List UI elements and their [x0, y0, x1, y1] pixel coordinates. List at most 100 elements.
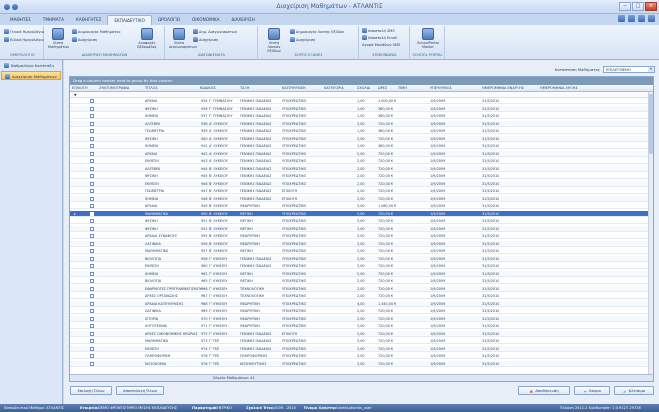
- send-email-button[interactable]: Αποστολή Email: [362, 35, 397, 41]
- calendar-icon[interactable]: [618, 15, 625, 22]
- row-checkbox[interactable]: [90, 249, 94, 253]
- table-row[interactable]: ΝΟΣΟΚΟΜΙΑ 976 Γ' ΤΕΕ ΝΟΣΗΛΕΥΤΙΚΗΣ ΥΠΟΧΡΕΩΤΙΚ…: [70, 360, 653, 367]
- table-row[interactable]: ΑΛΓΕΒΡΑ 938 Α' ΛΥΚΕΙΟΥ ΓΕΝΙΚΗΣ ΠΑΙΔΕΙΑΣ ΥΠΟΧ…: [70, 120, 653, 127]
- help-icon[interactable]: [648, 15, 655, 22]
- row-checkbox[interactable]: [90, 174, 94, 178]
- tab-educational[interactable]: ΕΚΠΑΙΔΕΥΤΙΚΟ: [107, 15, 152, 25]
- row-checkbox[interactable]: [90, 166, 94, 171]
- row-checkbox[interactable]: [90, 114, 94, 118]
- vertical-scrollbar[interactable]: [648, 92, 653, 375]
- nav-item-grades[interactable]: Βαθμολόγιο Κατάταξη: [1, 61, 61, 70]
- status-filter-select[interactable]: ΕΠΙΛΕΓΜΕΝΟ ▾: [603, 65, 655, 73]
- row-checkbox[interactable]: [90, 129, 94, 133]
- settings-icon[interactable]: [638, 15, 645, 22]
- table-row[interactable]: ΓΕΩΜΕΤΡΙΑ 939 Α' ΛΥΚΕΙΟΥ ΓΕΝΙΚΗΣ ΠΑΙΔΕΙΑΣ ΥΠ…: [70, 128, 653, 134]
- school-portal-button[interactable]: SchoolPortal Master: [415, 28, 441, 49]
- column-header[interactable]: ΥΠΕΥΘΥΝΟΣ: [430, 85, 452, 92]
- row-checkbox[interactable]: [90, 331, 94, 336]
- table-row[interactable]: ΒΙΟΛΟΓΙΑ 965 Γ' ΛΥΚΕΙΟΥ ΘΕΤΙΚΗ ΥΠΟΧΡΕΩΤΙΚΟ 2,…: [70, 278, 653, 284]
- table-row[interactable]: ΑΛΓΕΒΡΑ 944 Β' ΛΥΚΕΙΟΥ ΓΕΝΙΚΗΣ ΠΑΙΔΕΙΑΣ ΥΠΟΧ…: [70, 165, 653, 172]
- table-row[interactable]: ΕΦΑΡΜΟΓΕΣ ΠΡΟΓΡΑΜΜΑΤΙΣΜΟΥ 966 Γ' ΛΥΚΕΙΟΥ ΤΕ…: [70, 285, 653, 292]
- table-row[interactable]: ΕΚΘΕΣΗ 946 Β' ΛΥΚΕΙΟΥ ΓΕΝΙΚΗΣ ΠΑΙΔΕΙΑΣ ΥΠΟΧΡ…: [70, 180, 653, 187]
- row-checkbox[interactable]: [90, 361, 94, 366]
- group-by-area[interactable]: Drag a column header here to group by th…: [70, 77, 653, 85]
- column-header[interactable]: ΣΧΟΛΙΑ: [357, 85, 370, 92]
- cancel-button[interactable]: ↩ Άκυρο: [574, 386, 610, 395]
- row-checkbox[interactable]: [90, 136, 94, 141]
- exam-management-button[interactable]: Διαχείριση: [193, 37, 218, 43]
- table-row[interactable]: ΛΑΤΙΝΙΚΑ 969 Γ' ΛΥΚΕΙΟΥ ΘΕΩΡΗΤΙΚΗ ΥΠΟΧΡΕΩΤΙΚ…: [70, 308, 653, 314]
- row-checkbox[interactable]: [90, 189, 94, 193]
- row-checkbox[interactable]: [90, 204, 94, 208]
- save-button[interactable]: ✖ Αποθήκευση: [518, 386, 570, 395]
- table-row[interactable]: ΧΗΜΕΙΑ 941 Α' ΛΥΚΕΙΟΥ ΓΕΝΙΚΗΣ ΠΑΙΔΕΙΑΣ ΥΠΟΧΡ…: [70, 143, 653, 149]
- tab-finance[interactable]: ΟΙΚΟΝΟΜΙΚΑ: [186, 15, 225, 25]
- row-checkbox[interactable]: [90, 301, 94, 306]
- column-header[interactable]: ΤΑΞΗ: [240, 85, 249, 92]
- tab-classes[interactable]: ΤΜΗΜΑΤΑ: [37, 15, 70, 25]
- row-checkbox[interactable]: [90, 151, 94, 156]
- row-checkbox[interactable]: [90, 181, 94, 186]
- row-checkbox[interactable]: [90, 211, 94, 216]
- table-row[interactable]: ΜΑΘΗΜΑΤΙΚΑ 973 Γ' ΤΕΕ ΓΕΝΙΚΗΣ ΠΑΙΔΕΙΑΣ ΥΠΟΧΡ…: [70, 338, 653, 344]
- row-checkbox[interactable]: [90, 264, 94, 268]
- table-row[interactable]: ΕΚΘΕΣΗ 974 Γ' ΤΕΕ ΓΕΝΙΚΗΣ ΠΑΙΔΕΙΑΣ ΥΠΟΧΡΕΩΤΙ…: [70, 345, 653, 352]
- row-checkbox[interactable]: [90, 121, 94, 126]
- exams-list-button[interactable]: Λίστα Διαγωνισμάτων: [169, 28, 197, 49]
- row-checkbox[interactable]: [90, 279, 94, 283]
- lesson-management-button[interactable]: Διαχείριση: [72, 37, 97, 43]
- row-checkbox[interactable]: [90, 286, 94, 291]
- lessons-list-button[interactable]: Λίστα Μαθημάτων: [48, 28, 69, 49]
- calendar-special-button[interactable]: Ειδικό Ημερολόγιο: [4, 37, 44, 43]
- create-expense-button[interactable]: Δημιουργία Λοιπής Εξόδου: [290, 29, 344, 35]
- weekly-reports-button[interactable]: Αναφορές Εβδομάδος: [133, 28, 161, 49]
- tab-teachers[interactable]: ΚΑΘΗΓΗΤΕΣ: [70, 15, 107, 25]
- table-row[interactable]: ΑΡΧΑΙΑ ΚΑΤΕΥΘΥΝΣΗΣ 968 Γ' ΛΥΚΕΙΟΥ ΘΕΩΡΗΤΙΚΗ…: [70, 300, 653, 307]
- table-row[interactable]: ΑΡΧΕΣ ΟΙΚΟΝΟΜΙΚΗΣ ΘΕΩΡΙΑΣ 972 Γ' ΛΥΚΕΙΟΥ ΓΕ…: [70, 330, 653, 337]
- table-row[interactable]: ΕΚΘΕΣΗ 960 Γ' ΛΥΚΕΙΟΥ ΓΕΝΙΚΗΣ ΠΑΙΔΕΙΑΣ ΥΠΟΧΡ…: [70, 263, 653, 269]
- table-row[interactable]: ΧΗΜΕΙΑ 962 Γ' ΛΥΚΕΙΟΥ ΘΕΤΙΚΗ ΥΠΟΧΡΕΩΤΙΚΟ 2,00…: [70, 270, 653, 277]
- table-row[interactable]: ▸ ΜΑΘΗΜΑΤΙΚΑ 950 Β' ΛΥΚΕΙΟΥ ΘΕΤΙΚΗ ΥΠΟΧΡΕΩΤΙΚ…: [70, 210, 653, 217]
- tab-students[interactable]: ΜΑΘΗΤΕΣ: [4, 15, 37, 25]
- row-checkbox[interactable]: [90, 241, 94, 246]
- table-row[interactable]: ΕΚΘΕΣΗ 943 Α' ΛΥΚΕΙΟΥ ΓΕΝΙΚΗΣ ΠΑΙΔΕΙΑΣ ΥΠΟΧΡ…: [70, 158, 653, 164]
- row-checkbox[interactable]: [90, 226, 94, 231]
- mail-icon[interactable]: [628, 15, 635, 22]
- row-checkbox[interactable]: [90, 106, 94, 111]
- deselect-all-button[interactable]: Αποεπιλογή Όλων: [116, 386, 164, 395]
- column-header[interactable]: ΚΩΔΙΚΟΣ: [200, 85, 216, 92]
- scroll-thumb[interactable]: [649, 94, 653, 154]
- table-row[interactable]: ΦΥΣΙΚΗ 945 Β' ΛΥΚΕΙΟΥ ΓΕΝΙΚΗΣ ΠΑΙΔΕΙΑΣ ΥΠΟΧΡ…: [70, 173, 653, 179]
- row-checkbox[interactable]: [90, 354, 94, 358]
- column-header[interactable]: ΤΙΜΗ: [398, 85, 407, 92]
- tab-management[interactable]: ΔΙΑΧΕΙΡΙΣΗ: [225, 15, 260, 25]
- send-sms-button[interactable]: Αποστολή SMS: [362, 28, 395, 34]
- create-exam-button[interactable]: Δημ. Διαγωνισμάτων: [193, 29, 237, 35]
- maximize-icon[interactable]: □: [632, 2, 644, 11]
- column-header[interactable]: ΚΑΤΗΓΟΡΙΑ: [324, 85, 344, 92]
- select-all-button[interactable]: Επιλογή Όλων: [70, 386, 112, 395]
- column-header[interactable]: ΣΥΝΤΟΜΟΓΡΑΦΙΑ: [99, 85, 129, 92]
- row-checkbox[interactable]: [90, 196, 94, 201]
- table-row[interactable]: ΧΗΜΕΙΑ 937 Γ' ΓΥΜΝΑΣΙΟΥ ΓΕΝΙΚΗΣ ΠΑΙΔΕΙΑΣ ΥΠΟ…: [70, 113, 653, 119]
- row-checkbox[interactable]: [90, 219, 94, 223]
- minimize-icon[interactable]: −: [619, 2, 631, 11]
- create-lesson-button[interactable]: Δημιουργία Μαθήματος: [72, 29, 121, 35]
- table-row[interactable]: ΦΥΣΙΚΗ 940 Α' ΛΥΚΕΙΟΥ ΓΕΝΙΚΗΣ ΠΑΙΔΕΙΑΣ ΥΠΟΧΡ…: [70, 135, 653, 142]
- row-checkbox[interactable]: [90, 234, 94, 238]
- row-checkbox[interactable]: [90, 256, 94, 261]
- row-checkbox[interactable]: [90, 346, 94, 351]
- table-row[interactable]: ΦΥΣΙΚΗ 936 Γ' ΓΥΜΝΑΣΙΟΥ ΓΕΝΙΚΗΣ ΠΑΙΔΕΙΑΣ ΥΠΟ…: [70, 105, 653, 112]
- row-checkbox[interactable]: [90, 324, 94, 328]
- column-header[interactable]: ΕΠΙΛΟΓΗ: [72, 85, 88, 92]
- table-row[interactable]: ΑΡΧΑΙΑ 942 Α' ΛΥΚΕΙΟΥ ΓΕΝΙΚΗΣ ΠΑΙΔΕΙΑΣ ΥΠΟΧΡ…: [70, 150, 653, 157]
- table-row[interactable]: ΜΑΘΗΜΑΤΙΚΑ 957 Β' ΛΥΚΕΙΟΥ ΘΕΤΙΚΗ ΥΠΟΧΡΕΩΤΙΚΟ…: [70, 248, 653, 254]
- tab-timetable[interactable]: ΩΡΟΛΟΓΙΟ: [152, 15, 186, 25]
- table-row[interactable]: ΑΡΧΕΣ ΟΡΓΑΝΩΣΗΣ 967 Γ' ΛΥΚΕΙΟΥ ΤΕΧΝΟΛΟΓΙΚΗ Υ…: [70, 293, 653, 299]
- column-header[interactable]: ΚΑΤΕΥΘΥΝΣΗ: [282, 85, 306, 92]
- table-row[interactable]: ΛΑΤΙΝΙΚΑ 956 Β' ΛΥΚΕΙΟΥ ΘΕΩΡΗΤΙΚΗ ΥΠΟΧΡΕΩΤΙΚ…: [70, 240, 653, 247]
- row-checkbox[interactable]: [90, 316, 94, 321]
- table-row[interactable]: ΑΡΧΑΙΑ 934 Γ' ΓΥΜΝΑΣΙΟΥ ΓΕΝΙΚΗΣ ΠΑΙΔΕΙΑΣ ΥΠΟ…: [70, 98, 653, 104]
- row-checkbox[interactable]: [90, 99, 94, 103]
- table-row[interactable]: ΠΛΗΡΟΦΟΡΙΚΗ 976 Γ' ΤΕΕ ΠΛΗΡΟΦΟΡΙΚΗΣ ΥΠΟΧΡΕΩΤ…: [70, 353, 653, 359]
